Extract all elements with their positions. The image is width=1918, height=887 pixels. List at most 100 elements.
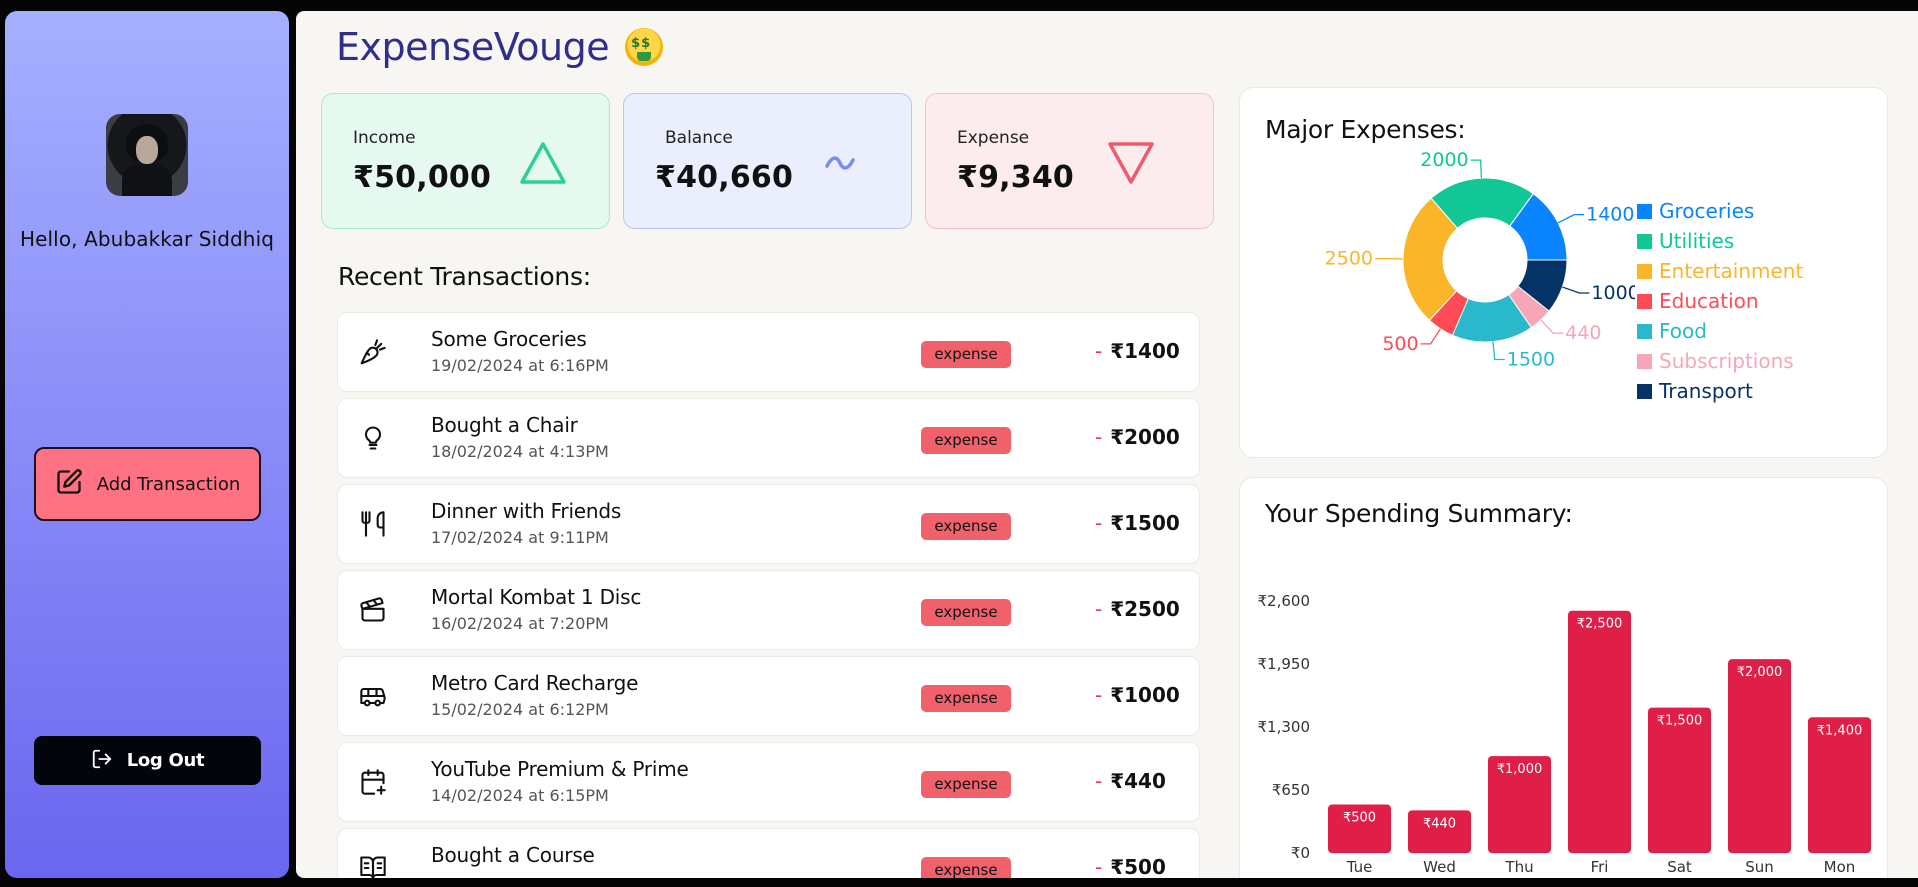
logout-button[interactable]: Log Out [34, 736, 261, 785]
major-expenses-panel: Major Expenses: 1400 2000 2500 500 1500 440 10… [1239, 87, 1888, 458]
calendar-plus-icon [357, 766, 389, 798]
amount-value: ₹1000 [1110, 683, 1180, 707]
income-label: Income [353, 128, 416, 148]
legend-label: Education [1659, 289, 1759, 313]
transaction-name: Bought a Chair [431, 413, 578, 437]
pie-leader-line [1562, 286, 1590, 294]
legend-item[interactable]: Subscriptions [1637, 346, 1803, 376]
pie-data-label: 1400 [1586, 204, 1634, 226]
legend-swatch [1637, 323, 1652, 339]
amount-sign: - [1095, 855, 1103, 878]
add-transaction-label: Add Transaction [96, 473, 241, 495]
transaction-row[interactable]: Bought a Course expense - ₹500 [337, 828, 1200, 878]
x-tick-label: Thu [1504, 858, 1533, 876]
transaction-date: 16/02/2024 at 7:20PM [431, 614, 609, 633]
tilde-icon [825, 156, 855, 170]
y-tick-label: ₹650 [1272, 781, 1310, 799]
pie-leader-line [1420, 328, 1441, 345]
transaction-type-badge: expense [921, 771, 1011, 798]
legend-label: Utilities [1659, 229, 1735, 253]
y-tick-label: ₹1,950 [1258, 655, 1311, 673]
transaction-row[interactable]: Dinner with Friends 17/02/2024 at 9:11PM e… [337, 484, 1200, 564]
bar-fri[interactable] [1568, 610, 1631, 853]
avatar [106, 114, 188, 196]
transaction-row[interactable]: YouTube Premium & Prime 14/02/2024 at 6:1… [337, 742, 1200, 822]
transaction-date: 19/02/2024 at 6:16PM [431, 356, 609, 375]
transaction-name: Metro Card Recharge [431, 671, 639, 695]
pie-data-label: 1000 [1591, 282, 1635, 304]
expense-label: Expense [957, 128, 1030, 148]
amount-sign: - [1095, 339, 1103, 363]
triangle-down-icon [1108, 142, 1154, 184]
legend-label: Transport [1659, 379, 1753, 403]
income-card: Income ₹50,000 [321, 93, 610, 229]
bar-value-label: ₹2,000 [1737, 665, 1783, 680]
transaction-name: Bought a Course [431, 843, 595, 867]
amount-value: ₹440 [1110, 769, 1166, 793]
pie-leader-line [1492, 341, 1505, 361]
transaction-type-badge: expense [921, 341, 1011, 368]
balance-card: Balance ₹40,660 [623, 93, 912, 229]
transaction-type-badge: expense [921, 685, 1011, 712]
major-expenses-legend: Groceries Utilities Entertainment Education… [1637, 196, 1803, 406]
amount-sign: - [1095, 769, 1103, 793]
y-tick-label: ₹2,600 [1258, 592, 1311, 610]
legend-item[interactable]: Entertainment [1637, 256, 1803, 286]
legend-label: Subscriptions [1659, 349, 1794, 373]
transaction-list: Some Groceries 19/02/2024 at 6:16PM expens… [337, 312, 1200, 878]
amount-value: ₹2500 [1110, 597, 1180, 621]
transaction-date: 15/02/2024 at 6:12PM [431, 700, 609, 719]
main-content: ExpenseVouge Income ₹50,000 Balance ₹40,… [296, 11, 1918, 878]
transaction-row[interactable]: Some Groceries 19/02/2024 at 6:16PM expens… [337, 312, 1200, 392]
legend-swatch [1637, 353, 1652, 369]
transaction-type-badge: expense [921, 427, 1011, 454]
transaction-type-badge: expense [921, 857, 1011, 878]
transaction-row[interactable]: Mortal Kombat 1 Disc 16/02/2024 at 7:20PM… [337, 570, 1200, 650]
legend-item[interactable]: Education [1637, 286, 1803, 316]
amount-value: ₹1400 [1110, 339, 1180, 363]
legend-item[interactable]: Utilities [1637, 226, 1803, 256]
transaction-name: YouTube Premium & Prime [431, 757, 689, 781]
amount-value: ₹500 [1110, 855, 1166, 878]
legend-item[interactable]: Transport [1637, 376, 1803, 406]
amount-sign: - [1095, 683, 1103, 707]
transaction-amount: - ₹440 [1095, 769, 1166, 793]
x-tick-label: Fri [1591, 858, 1609, 876]
balance-label: Balance [665, 128, 733, 148]
app-name: ExpenseVouge [336, 25, 610, 69]
legend-swatch [1637, 203, 1652, 219]
pie-data-label: 500 [1382, 333, 1418, 355]
utensils-icon [357, 508, 389, 540]
bar-sun[interactable] [1728, 659, 1791, 853]
transaction-name: Some Groceries [431, 327, 587, 351]
legend-swatch [1637, 383, 1652, 399]
major-expenses-title: Major Expenses: [1265, 115, 1466, 144]
add-transaction-button[interactable]: Add Transaction [34, 447, 261, 521]
pie-data-label: 440 [1565, 322, 1601, 344]
major-expenses-chart: 1400 2000 2500 500 1500 440 1000 [1325, 149, 1635, 371]
legend-label: Food [1659, 319, 1707, 343]
pie-leader-line [1540, 319, 1564, 334]
expense-card: Expense ₹9,340 [925, 93, 1214, 229]
transaction-amount: - ₹2500 [1095, 597, 1180, 621]
legend-item[interactable]: Food [1637, 316, 1803, 346]
lightbulb-icon [357, 422, 389, 454]
transaction-date: 17/02/2024 at 9:11PM [431, 528, 609, 547]
legend-item[interactable]: Groceries [1637, 196, 1803, 226]
money-face-icon [625, 28, 664, 66]
legend-label: Groceries [1659, 199, 1755, 223]
transaction-type-badge: expense [921, 513, 1011, 540]
transaction-row[interactable]: Metro Card Recharge 15/02/2024 at 6:12PM e… [337, 656, 1200, 736]
transaction-name: Dinner with Friends [431, 499, 622, 523]
transaction-row[interactable]: Bought a Chair 18/02/2024 at 4:13PM expens… [337, 398, 1200, 478]
bar-sat[interactable] [1648, 707, 1711, 853]
bar-value-label: ₹1,000 [1497, 762, 1543, 777]
transaction-amount: - ₹1000 [1095, 683, 1180, 707]
spending-summary-title: Your Spending Summary: [1265, 499, 1573, 528]
user-greeting: Hello, Abubakkar Siddhiq [19, 227, 275, 251]
logout-icon [91, 748, 113, 774]
clapperboard-icon [357, 594, 389, 626]
pie-data-label: 1500 [1507, 349, 1555, 371]
legend-swatch [1637, 263, 1652, 279]
legend-swatch [1637, 233, 1652, 249]
